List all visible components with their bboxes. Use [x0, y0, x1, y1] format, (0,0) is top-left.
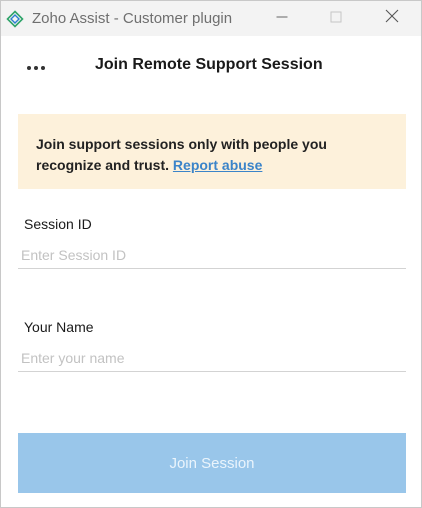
session-id-input[interactable]: [18, 241, 406, 269]
your-name-label: Your Name: [24, 319, 94, 335]
close-button[interactable]: [369, 1, 415, 36]
your-name-input[interactable]: [18, 344, 406, 372]
trust-notice: Join support sessions only with people y…: [18, 114, 406, 189]
zoho-assist-icon: [6, 10, 24, 28]
window-title: Zoho Assist - Customer plugin: [32, 10, 233, 27]
close-icon: [385, 9, 399, 28]
more-options-button[interactable]: [23, 57, 49, 77]
report-abuse-link[interactable]: Report abuse: [173, 157, 262, 173]
maximize-icon: [330, 10, 342, 28]
join-session-button[interactable]: Join Session: [18, 433, 406, 493]
session-id-label: Session ID: [24, 216, 92, 232]
page-title: Join Remote Support Session: [95, 56, 323, 73]
minimize-button[interactable]: [259, 1, 305, 36]
title-bar[interactable]: Zoho Assist - Customer plugin: [1, 1, 421, 36]
maximize-button[interactable]: [313, 1, 359, 36]
more-horizontal-icon: [25, 58, 47, 76]
minimize-icon: [276, 10, 288, 28]
app-window: Zoho Assist - Customer plugin Join Remot…: [0, 0, 422, 508]
